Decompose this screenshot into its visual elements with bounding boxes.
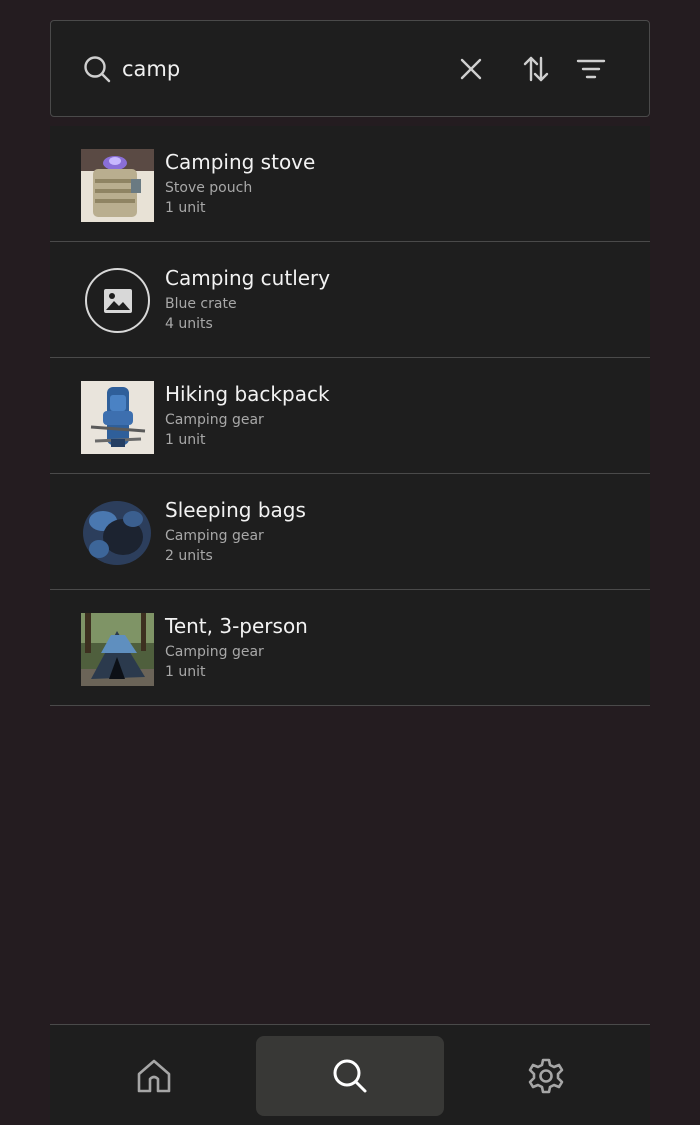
item-quantity: 1 unit: [165, 432, 206, 448]
search-results-list: Camping stove Stove pouch 1 unit Camping…: [50, 126, 650, 706]
home-icon: [137, 1059, 171, 1093]
gear-icon: [528, 1058, 564, 1094]
list-item[interactable]: Camping cutlery Blue crate 4 units: [50, 242, 650, 358]
hiking-backpack-photo: [81, 381, 154, 454]
sort-icon: [523, 56, 549, 82]
item-quantity: 4 units: [165, 316, 213, 332]
nav-settings-button[interactable]: [452, 1036, 640, 1116]
search-bar: [50, 20, 650, 117]
search-icon: [83, 55, 111, 83]
filter-icon: [576, 59, 606, 79]
sleeping-bags-photo: [81, 497, 154, 570]
list-item[interactable]: Sleeping bags Camping gear 2 units: [50, 474, 650, 590]
item-location: Camping gear: [165, 644, 264, 660]
item-title: Sleeping bags: [165, 498, 306, 522]
list-item[interactable]: Hiking backpack Camping gear 1 unit: [50, 358, 650, 474]
item-title: Hiking backpack: [165, 382, 330, 406]
list-item[interactable]: Camping stove Stove pouch 1 unit: [50, 126, 650, 242]
item-quantity: 1 unit: [165, 200, 206, 216]
search-icon: [333, 1059, 367, 1093]
item-title: Tent, 3-person: [165, 614, 308, 638]
item-title: Camping stove: [165, 150, 316, 174]
nav-home-button[interactable]: [60, 1036, 248, 1116]
tent-photo: [81, 613, 154, 686]
search-input[interactable]: [122, 55, 422, 83]
item-location: Camping gear: [165, 528, 264, 544]
bottom-navigation: [50, 1024, 650, 1125]
sort-button[interactable]: [518, 51, 554, 87]
image-placeholder-icon: [85, 268, 150, 333]
close-icon: [460, 58, 482, 80]
item-title: Camping cutlery: [165, 266, 331, 290]
nav-search-button[interactable]: [256, 1036, 444, 1116]
camping-stove-photo: [81, 149, 154, 222]
item-quantity: 2 units: [165, 548, 213, 564]
clear-search-button[interactable]: [453, 51, 489, 87]
item-location: Camping gear: [165, 412, 264, 428]
item-quantity: 1 unit: [165, 664, 206, 680]
list-item[interactable]: Tent, 3-person Camping gear 1 unit: [50, 590, 650, 706]
filter-button[interactable]: [573, 51, 609, 87]
item-location: Stove pouch: [165, 180, 253, 196]
item-location: Blue crate: [165, 296, 237, 312]
